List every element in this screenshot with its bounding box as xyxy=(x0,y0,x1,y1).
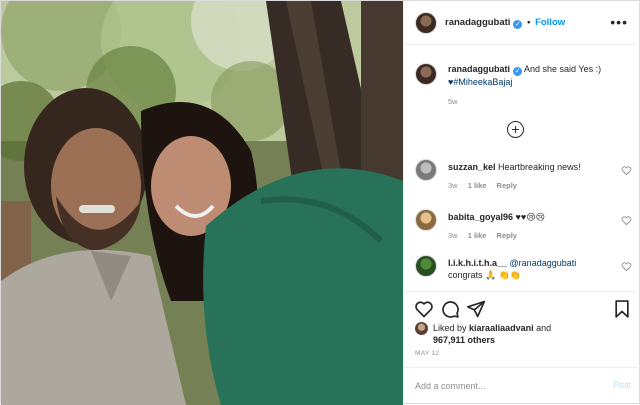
caption-time[interactable]: 5w xyxy=(448,97,458,106)
comment-body: l.i.k.h.i.t.h.a__ @ranadaggubati congrat… xyxy=(448,257,618,281)
verified-badge-icon: ✓ xyxy=(513,67,523,76)
caption-body: And she said Yes :) xyxy=(524,64,602,74)
caption-username[interactable]: ranadaggubati xyxy=(448,64,510,74)
comment-text: ♥♥😢😢 xyxy=(515,212,545,222)
header-user-line: ranadaggubati ✓ • Follow xyxy=(445,17,565,29)
post-date[interactable]: MAY 12 xyxy=(415,350,439,357)
comment-body: babita_goyal96 ♥♥😢😢 xyxy=(448,211,618,223)
likes-conj: and xyxy=(536,323,552,333)
avatar[interactable] xyxy=(415,255,437,277)
comment-username[interactable]: babita_goyal96 xyxy=(448,212,513,222)
comment-username[interactable]: l.i.k.h.i.t.h.a__ xyxy=(448,258,507,268)
share-icon[interactable] xyxy=(466,299,486,319)
heart-icon[interactable] xyxy=(621,261,632,272)
post-photo[interactable] xyxy=(1,1,403,405)
comment-item: l.i.k.h.i.t.h.a__ @ranadaggubati congrat… xyxy=(404,253,640,293)
comment-username[interactable]: suzzan_kel xyxy=(448,162,496,172)
avatar[interactable] xyxy=(415,159,437,181)
comment-item: babita_goyal96 ♥♥😢😢 3w 1 like Reply xyxy=(404,207,640,247)
post-header: ranadaggubati ✓ • Follow ••• xyxy=(404,1,640,45)
avatar[interactable] xyxy=(415,12,437,34)
more-horizontal-icon[interactable]: ••• xyxy=(610,14,628,30)
comment-body: suzzan_kel Heartbreaking news! xyxy=(448,161,618,173)
heart-icon[interactable] xyxy=(414,299,434,319)
plus-circle-icon[interactable]: + xyxy=(507,121,524,138)
likes-text: Liked by kiaraaliaadvani and 967,911 oth… xyxy=(433,322,633,346)
instagram-post: ranadaggubati ✓ • Follow ••• ranadaggubat… xyxy=(0,0,640,405)
caption-text: ranadaggubati ✓ And she said Yes :) ♥#Mih… xyxy=(448,63,628,88)
comment-likes[interactable]: 1 like xyxy=(468,231,487,240)
comment-input[interactable] xyxy=(415,378,585,394)
heart-icon[interactable] xyxy=(621,215,632,226)
comment-icon[interactable] xyxy=(440,299,460,319)
post-button[interactable]: Post xyxy=(613,380,631,390)
comment-likes[interactable]: 1 like xyxy=(468,181,487,190)
comment-text: Heartbreaking news! xyxy=(498,162,581,172)
reply-button[interactable]: Reply xyxy=(497,181,517,190)
caption-hashtag[interactable]: ♥#MiheekaBajaj xyxy=(448,77,512,87)
comment-item: suzzan_kel Heartbreaking news! 3w 1 like… xyxy=(404,157,640,197)
follow-button[interactable]: Follow xyxy=(535,17,565,28)
add-comment-bar: Post xyxy=(404,367,640,405)
comment-mention[interactable]: @ranadaggubati xyxy=(510,258,577,268)
likes-user[interactable]: kiaraaliaadvani xyxy=(469,323,534,333)
comment-text: congrats 🙏 👏👏 xyxy=(448,270,522,280)
verified-badge-icon: ✓ xyxy=(513,20,523,29)
comment-time[interactable]: 3w xyxy=(448,231,458,240)
reply-button[interactable]: Reply xyxy=(497,231,517,240)
avatar[interactable] xyxy=(415,209,437,231)
avatar[interactable] xyxy=(415,322,428,335)
post-side-panel: ranadaggubati ✓ • Follow ••• ranadaggubat… xyxy=(403,1,640,405)
likes-prefix: Liked by xyxy=(433,323,467,333)
comment-meta: 3w 1 like Reply xyxy=(448,181,525,190)
bookmark-icon[interactable] xyxy=(612,299,632,319)
heart-icon[interactable] xyxy=(621,165,632,176)
comment-meta: 3w 1 like Reply xyxy=(448,231,525,240)
post-photo-image xyxy=(1,1,403,405)
separator-dot: • xyxy=(527,17,531,28)
header-username[interactable]: ranadaggubati xyxy=(445,17,510,28)
action-bar xyxy=(404,291,640,325)
comment-time[interactable]: 3w xyxy=(448,181,458,190)
avatar[interactable] xyxy=(415,63,437,85)
likes-others[interactable]: 967,911 others xyxy=(433,335,495,345)
